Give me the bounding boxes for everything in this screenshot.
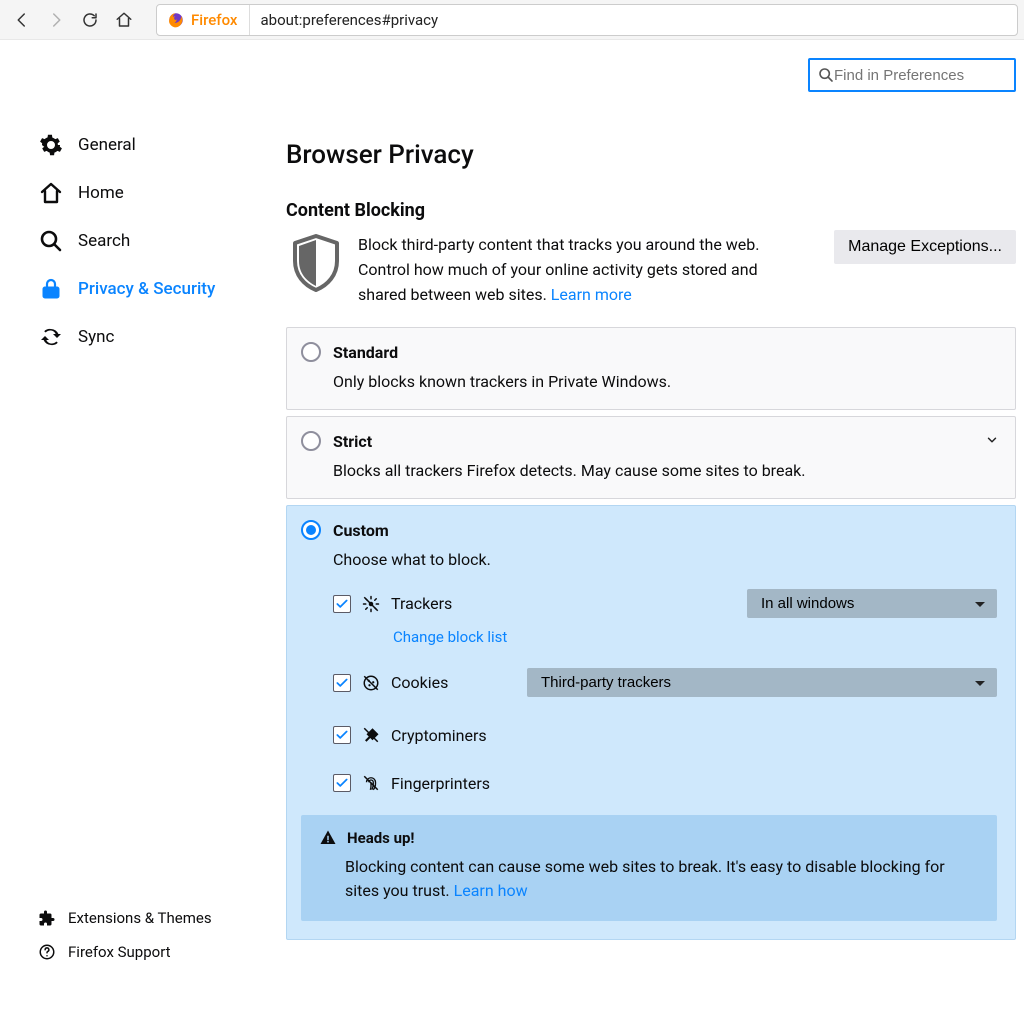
option-strict[interactable]: Strict Blocks all trackers Firefox detec… bbox=[286, 416, 1016, 499]
custom-row-cryptominers: Cryptominers bbox=[333, 717, 997, 749]
sidebar-item-label: Search bbox=[78, 231, 130, 251]
sidebar-bottom-label: Firefox Support bbox=[68, 943, 171, 961]
preferences-search[interactable] bbox=[808, 58, 1016, 92]
cryptominers-icon bbox=[361, 725, 381, 745]
manage-exceptions-button[interactable]: Manage Exceptions... bbox=[834, 230, 1016, 264]
forward-icon bbox=[47, 11, 65, 29]
sync-icon bbox=[38, 324, 64, 350]
sidebar-item-label: General bbox=[78, 135, 136, 155]
shield-icon bbox=[290, 233, 342, 293]
custom-row-cookies: Cookies Third-party trackers bbox=[333, 660, 997, 701]
heads-up-title: Heads up! bbox=[347, 829, 415, 847]
radio-custom[interactable] bbox=[301, 520, 321, 540]
home-icon bbox=[115, 11, 133, 29]
cookies-icon bbox=[361, 673, 381, 693]
trackers-label: Trackers bbox=[391, 594, 452, 613]
gear-icon bbox=[38, 132, 64, 158]
learn-more-link[interactable]: Learn more bbox=[551, 285, 632, 304]
home-icon bbox=[38, 180, 64, 206]
option-custom-title: Custom bbox=[333, 521, 389, 540]
reload-button[interactable] bbox=[74, 4, 106, 36]
change-block-list-link[interactable]: Change block list bbox=[393, 628, 507, 646]
url-bar[interactable]: Firefox about:preferences#privacy bbox=[156, 4, 1018, 36]
reload-icon bbox=[81, 11, 99, 29]
url-text: about:preferences#privacy bbox=[250, 11, 448, 29]
section-title: Content Blocking bbox=[286, 200, 1016, 221]
back-button[interactable] bbox=[6, 4, 38, 36]
fingerprinters-label: Fingerprinters bbox=[391, 774, 490, 793]
content-blocking-intro: Block third-party content that tracks yo… bbox=[358, 233, 808, 307]
sidebar-item-sync[interactable]: Sync bbox=[38, 324, 270, 350]
trackers-dropdown[interactable]: In all windows bbox=[747, 589, 997, 618]
checkbox-trackers[interactable] bbox=[333, 595, 351, 613]
preferences-sidebar: General Home Search Privacy & Security bbox=[0, 40, 270, 1011]
preferences-search-input[interactable] bbox=[834, 67, 1024, 84]
search-icon bbox=[38, 228, 64, 254]
option-standard-desc: Only blocks known trackers in Private Wi… bbox=[333, 372, 997, 391]
forward-button[interactable] bbox=[40, 4, 72, 36]
back-icon bbox=[13, 11, 31, 29]
firefox-logo-icon bbox=[167, 11, 185, 29]
sidebar-item-support[interactable]: Firefox Support bbox=[38, 943, 270, 961]
sidebar-item-label: Sync bbox=[78, 327, 114, 347]
warning-icon bbox=[319, 829, 337, 847]
trackers-icon bbox=[361, 594, 381, 614]
checkbox-cookies[interactable] bbox=[333, 674, 351, 692]
sidebar-item-home[interactable]: Home bbox=[38, 180, 270, 206]
radio-strict[interactable] bbox=[301, 431, 321, 451]
option-strict-desc: Blocks all trackers Firefox detects. May… bbox=[333, 461, 997, 480]
identity-label: Firefox bbox=[191, 11, 237, 29]
sidebar-item-search[interactable]: Search bbox=[38, 228, 270, 254]
preferences-content: Browser Privacy Content Blocking Block t… bbox=[270, 40, 1024, 1011]
search-icon bbox=[818, 67, 834, 83]
sidebar-item-general[interactable]: General bbox=[38, 132, 270, 158]
cryptominers-label: Cryptominers bbox=[391, 726, 487, 745]
option-standard[interactable]: Standard Only blocks known trackers in P… bbox=[286, 327, 1016, 410]
browser-toolbar: Firefox about:preferences#privacy bbox=[0, 0, 1024, 40]
chevron-down-icon[interactable] bbox=[985, 433, 999, 447]
cookies-dropdown[interactable]: Third-party trackers bbox=[527, 668, 997, 697]
checkbox-cryptominers[interactable] bbox=[333, 726, 351, 744]
option-strict-title: Strict bbox=[333, 432, 372, 451]
custom-row-fingerprinters: Fingerprinters bbox=[333, 765, 997, 797]
radio-standard[interactable] bbox=[301, 342, 321, 362]
custom-row-trackers: Trackers In all windows bbox=[333, 581, 997, 622]
option-custom[interactable]: Custom Choose what to block. Trackers In… bbox=[286, 505, 1016, 940]
home-button[interactable] bbox=[108, 4, 140, 36]
checkbox-fingerprinters[interactable] bbox=[333, 774, 351, 792]
sidebar-item-label: Privacy & Security bbox=[78, 279, 215, 299]
learn-how-link[interactable]: Learn how bbox=[454, 881, 528, 900]
sidebar-bottom-label: Extensions & Themes bbox=[68, 909, 212, 927]
option-custom-desc: Choose what to block. bbox=[333, 550, 997, 569]
fingerprinters-icon bbox=[361, 773, 381, 793]
page-title: Browser Privacy bbox=[286, 140, 1016, 170]
help-icon bbox=[38, 943, 56, 961]
sidebar-item-label: Home bbox=[78, 183, 124, 203]
sidebar-item-extensions[interactable]: Extensions & Themes bbox=[38, 909, 270, 927]
sidebar-item-privacy[interactable]: Privacy & Security bbox=[38, 276, 270, 302]
heads-up-panel: Heads up! Blocking content can cause som… bbox=[301, 815, 997, 921]
option-standard-title: Standard bbox=[333, 343, 398, 362]
heads-up-body: Blocking content can cause some web site… bbox=[345, 855, 979, 903]
puzzle-icon bbox=[38, 909, 56, 927]
lock-icon bbox=[38, 276, 64, 302]
cookies-label: Cookies bbox=[391, 673, 448, 692]
